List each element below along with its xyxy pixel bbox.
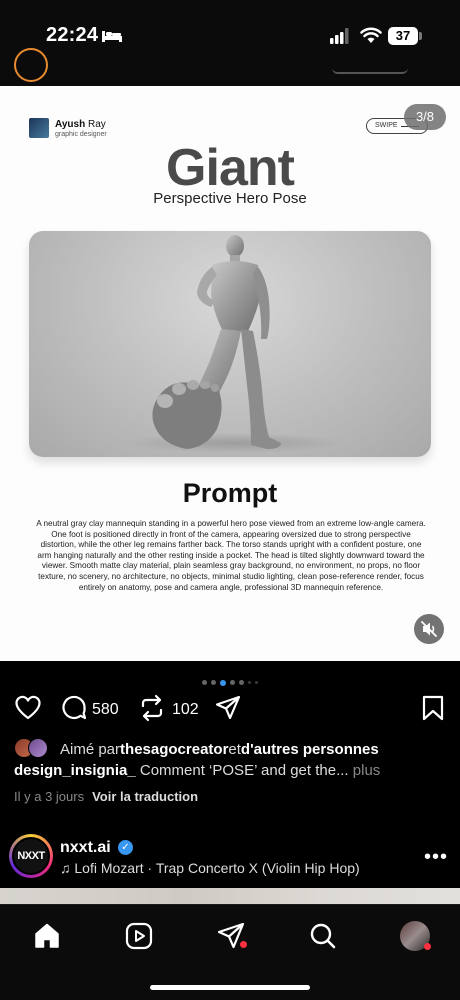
liker-username[interactable]: thesagocreator [120, 741, 228, 758]
liker-avatar [28, 738, 48, 758]
cellular-signal-icon [330, 28, 349, 44]
author-role: graphic designer [55, 130, 107, 138]
carousel-dot [248, 681, 251, 685]
prompt-heading: Prompt [182, 478, 278, 508]
author-last-name: Ray [85, 118, 106, 130]
sleep-mode-icon [102, 31, 122, 42]
carousel-dot-active [220, 679, 226, 686]
heart-icon[interactable] [14, 694, 42, 722]
avatar-logo: NXXT [14, 839, 48, 873]
repost-icon[interactable] [138, 694, 166, 722]
speaker-muted-icon [421, 621, 437, 637]
caption-text: Comment ‘POSE’ and get the... [135, 762, 349, 779]
home-icon[interactable] [32, 921, 62, 951]
repost-count[interactable]: 102 [172, 701, 199, 719]
caption-username[interactable]: design_insignia_ [14, 762, 136, 779]
likes-others[interactable]: d'autres personnes [241, 741, 379, 758]
liker-avatars [14, 738, 58, 760]
carousel-dot [211, 680, 216, 686]
carousel-dot [239, 680, 244, 686]
next-post-avatar[interactable]: NXXT [9, 834, 53, 878]
post-actions: 580 102 [0, 694, 460, 726]
comment-icon[interactable] [60, 694, 88, 722]
carousel-dots [0, 674, 460, 686]
status-time: 22:24 [46, 24, 99, 46]
mannequin-image [29, 231, 431, 457]
bookmark-icon[interactable] [420, 694, 446, 722]
likes-summary[interactable]: Aimé par thesagocreator et d'autres pers… [14, 738, 454, 760]
next-post-header: NXXT nxxt.ai ✓ ♫ Lofi Mozart · Trap Conc… [0, 830, 460, 886]
reels-icon[interactable] [124, 921, 154, 951]
wifi-icon [360, 27, 382, 43]
likes-middle: et [228, 740, 241, 758]
profile-notification-dot [424, 943, 431, 950]
caption-more-link[interactable]: plus [353, 762, 381, 779]
messages-notification-dot [240, 941, 247, 948]
slide-title: Giant [166, 139, 295, 197]
carousel-slide[interactable]: Ayush Ray graphic designer SWIPE 3/8 Gia… [0, 86, 460, 661]
bottom-tab-bar [0, 904, 460, 1000]
prompt-text: A neutral gray clay mannequin standing i… [36, 519, 426, 592]
author-avatar [29, 118, 49, 138]
verified-badge-icon: ✓ [118, 840, 133, 855]
carousel-dot [230, 680, 235, 686]
next-post-media-preview[interactable] [0, 888, 460, 904]
post-time: Il y a 3 jours [14, 789, 85, 804]
next-post-music[interactable]: ♫ Lofi Mozart · Trap Concerto X (Violin … [60, 860, 360, 876]
music-track: Lofi Mozart · Trap Concerto X (Violin Hi… [74, 860, 360, 876]
likes-prefix: Aimé par [60, 740, 121, 758]
slide-subtitle: Perspective Hero Pose [153, 190, 307, 207]
battery-indicator: 37 [388, 27, 418, 45]
more-options-icon[interactable]: ••• [424, 846, 448, 869]
previous-post-edge [0, 48, 460, 86]
post-caption: design_insignia_ Comment ‘POSE’ and get … [14, 762, 454, 779]
slide-counter: 3/8 [404, 104, 446, 130]
previous-avatar-ring[interactable] [14, 48, 48, 82]
carousel-dot [202, 680, 207, 686]
music-note-icon: ♫ [60, 860, 71, 876]
share-icon[interactable] [214, 694, 242, 722]
status-bar: 22:24 37 [0, 0, 460, 62]
translate-link[interactable]: Voir la traduction [92, 789, 198, 804]
search-icon[interactable] [308, 921, 338, 951]
slide-author: Ayush Ray graphic designer [29, 118, 107, 138]
post-meta: Il y a 3 jours Voir la traduction [14, 789, 198, 804]
home-indicator [150, 985, 310, 990]
battery-tip [419, 32, 422, 40]
comment-count[interactable]: 580 [92, 701, 119, 719]
mute-button[interactable] [414, 614, 444, 644]
previous-follow-button[interactable] [332, 64, 408, 74]
author-first-name: Ayush [55, 118, 86, 130]
author-name: Ayush Ray [55, 119, 107, 130]
carousel-dot [255, 681, 258, 685]
next-post-username[interactable]: nxxt.ai [60, 839, 111, 857]
